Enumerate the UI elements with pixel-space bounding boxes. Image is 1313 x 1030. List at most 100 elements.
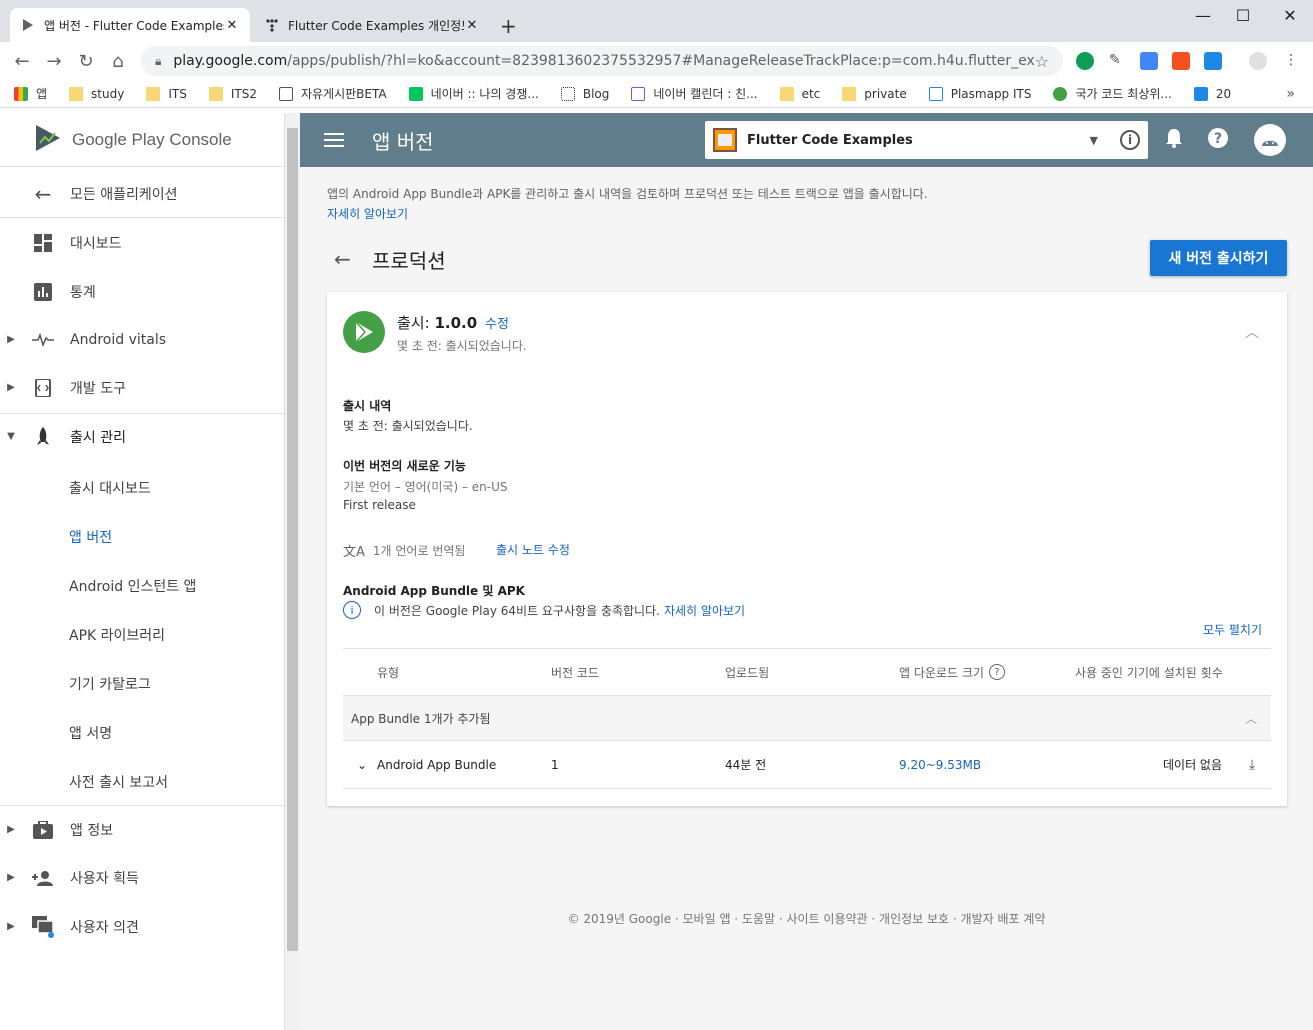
bundles-heading: Android App Bundle 및 APK bbox=[343, 584, 525, 598]
release-version: 1.0.0 bbox=[434, 314, 478, 332]
bundle-group-row[interactable]: App Bundle 1개가 추가됨 ︿ bbox=[343, 696, 1271, 741]
bookmark-item[interactable]: private bbox=[842, 86, 907, 101]
expand-arrow-icon[interactable]: ▶ bbox=[0, 824, 22, 835]
sidebar-subitem-release-dashboard[interactable]: 출시 대시보드 bbox=[69, 463, 151, 512]
close-tab-icon[interactable]: ✕ bbox=[224, 18, 240, 33]
bookmark-item[interactable]: 국가 코드 최상위... bbox=[1053, 85, 1172, 102]
sidebar-item-label: 개발 도구 bbox=[70, 380, 126, 397]
address-bar[interactable]: 🔒︎ play.google.com/apps/publish/?hl=ko&a… bbox=[141, 46, 1063, 76]
bookmark-item[interactable]: study bbox=[69, 86, 124, 101]
bookmark-item[interactable]: 네이버 :: 나의 경쟁... bbox=[408, 85, 539, 102]
collapse-chevron-icon[interactable]: ︿ bbox=[1245, 322, 1259, 342]
bookmark-item[interactable]: 앱 bbox=[14, 85, 47, 102]
sidebar-item-all-apps[interactable]: ← 모든 애플리케이션 bbox=[0, 169, 284, 218]
app-selector[interactable]: Flutter Code Examples ▼ i bbox=[705, 121, 1148, 159]
browser-tab-inactive[interactable]: Flutter Code Examples 개인정보 ✕ bbox=[254, 8, 490, 42]
create-release-button[interactable]: 새 버전 출시하기 bbox=[1150, 240, 1287, 276]
learn-more-link[interactable]: 자세히 알아보기 bbox=[327, 205, 408, 222]
translate-icon[interactable] bbox=[1140, 52, 1158, 70]
extension-green-icon[interactable] bbox=[1076, 52, 1094, 70]
close-tab-icon[interactable]: ✕ bbox=[464, 18, 480, 33]
bookmark-item[interactable]: ITS2 bbox=[208, 86, 257, 101]
back-arrow-icon[interactable]: ← bbox=[334, 247, 351, 271]
sidebar-subitem-device-catalog[interactable]: 기기 카탈로그 bbox=[69, 659, 151, 708]
sidebar-subitem-pre-launch-report[interactable]: 사전 출시 보고서 bbox=[69, 757, 168, 806]
sidebar-scrollbar-thumb[interactable] bbox=[287, 128, 298, 951]
expand-arrow-icon[interactable]: ▶ bbox=[0, 872, 22, 883]
brand-name: Google Play Console bbox=[72, 129, 232, 149]
table-row[interactable]: ⌄ Android App Bundle 1 44분 전 9.20~9.53MB… bbox=[343, 741, 1271, 789]
play-console-logo[interactable]: Google Play Console bbox=[0, 113, 284, 167]
new-tab-icon[interactable]: + bbox=[500, 14, 517, 38]
extension-orange-icon[interactable] bbox=[1172, 52, 1190, 70]
sidebar-item-dashboard[interactable]: 대시보드 bbox=[0, 218, 284, 267]
edit-release-link[interactable]: 수정 bbox=[485, 313, 509, 332]
sidebar-item-android-vitals[interactable]: ▶ Android vitals bbox=[0, 315, 284, 364]
bookmark-item[interactable]: etc bbox=[779, 86, 820, 101]
column-header: 사용 중인 기기에 설치된 횟수 bbox=[1075, 665, 1223, 680]
download-icon[interactable]: ⤓ bbox=[1249, 741, 1255, 788]
maximize-icon[interactable]: ☐ bbox=[1220, 6, 1266, 25]
sidebar-item-label: 사용자 획득 bbox=[70, 870, 139, 887]
collapse-chevron-icon[interactable]: ︿ bbox=[1245, 696, 1257, 740]
expand-arrow-icon[interactable]: ▶ bbox=[0, 921, 22, 932]
reload-icon[interactable]: ↻ bbox=[70, 51, 102, 72]
dropdown-arrow-icon[interactable]: ▼ bbox=[1090, 134, 1098, 147]
sidebar-item-label: Android vitals bbox=[70, 331, 167, 348]
sidebar-item-dev-tools[interactable]: ▶ 개발 도구 bbox=[0, 363, 284, 412]
help-circle-icon[interactable]: ? bbox=[988, 664, 1005, 680]
forward-icon[interactable]: → bbox=[38, 51, 70, 72]
cell-download-size[interactable]: 9.20~9.53MB bbox=[899, 741, 981, 788]
sidebar-subitem-instant-apps[interactable]: Android 인스턴트 앱 bbox=[69, 561, 196, 610]
tab-title: 앱 버전 - Flutter Code Examples bbox=[44, 18, 224, 33]
cell-uploaded: 44분 전 bbox=[725, 758, 767, 772]
info-icon[interactable]: i bbox=[1120, 130, 1140, 150]
browser-tab-bar: 앱 버전 - Flutter Code Examples ✕ Flutter C… bbox=[0, 0, 1313, 42]
bookmark-item[interactable]: 네이버 캘린더 : 친... bbox=[631, 85, 758, 102]
edit-release-notes-link[interactable]: 출시 노트 수정 bbox=[496, 541, 570, 558]
sidebar-item-user-feedback[interactable]: ▶ 사용자 의견 bbox=[0, 902, 284, 951]
close-window-icon[interactable]: ✕ bbox=[1267, 6, 1313, 25]
dashboard-icon bbox=[30, 233, 56, 253]
lock-icon: 🔒︎ bbox=[155, 53, 162, 68]
sidebar-subitem-app-releases[interactable]: 앱 버전 bbox=[69, 512, 112, 561]
bit-learn-more-link[interactable]: 자세히 알아보기 bbox=[664, 602, 745, 619]
naver-icon bbox=[408, 86, 423, 101]
bookmarks-bar: 앱 study ITS ITS2 자유게시판BETA 네이버 :: 나의 경쟁.… bbox=[0, 80, 1313, 108]
bookmark-item[interactable]: 자유게시판BETA bbox=[278, 85, 387, 102]
expand-arrow-icon[interactable]: ▶ bbox=[0, 382, 22, 393]
help-icon[interactable]: ? bbox=[1207, 127, 1229, 154]
sidebar-item-statistics[interactable]: 통계 bbox=[0, 267, 284, 316]
bookmark-item[interactable]: Plasmapp ITS bbox=[928, 86, 1031, 101]
sidebar-subitem-apk-library[interactable]: APK 라이브러리 bbox=[69, 610, 165, 659]
sidebar-item-user-acquisition[interactable]: ▶ 사용자 획득 bbox=[0, 853, 284, 902]
bookmark-item[interactable]: ITS bbox=[146, 86, 187, 101]
whats-new-text: First release bbox=[343, 498, 416, 512]
expand-arrow-icon[interactable]: ▶ bbox=[0, 334, 22, 345]
profile-icon[interactable] bbox=[1249, 52, 1267, 70]
sidebar-subitem-app-signing[interactable]: 앱 서명 bbox=[69, 708, 112, 757]
expand-all-link[interactable]: 모두 펼치기 bbox=[1203, 621, 1262, 638]
more-bookmarks-icon[interactable]: » bbox=[1286, 86, 1295, 102]
extension-blue-icon[interactable] bbox=[1204, 52, 1222, 70]
bookmark-item[interactable]: Blog bbox=[560, 86, 609, 101]
browser-tab-active[interactable]: 앱 버전 - Flutter Code Examples ✕ bbox=[10, 8, 250, 42]
history-heading: 출시 내역 bbox=[343, 399, 392, 413]
chrome-menu-icon[interactable]: ⋮ bbox=[1282, 52, 1300, 70]
globe-icon bbox=[1053, 86, 1068, 101]
notifications-bell-icon[interactable] bbox=[1165, 128, 1183, 153]
hamburger-menu-icon[interactable] bbox=[324, 129, 344, 151]
sidebar-item-store-presence[interactable]: ▶ 앱 정보 bbox=[0, 805, 284, 854]
whats-new-language: 기본 언어 – 영어(미국) – en-US bbox=[343, 480, 508, 494]
expand-row-chevron-icon[interactable]: ⌄ bbox=[357, 741, 367, 788]
sidebar-item-release-management[interactable]: ▼ 출시 관리 bbox=[0, 412, 284, 461]
bookmark-star-icon[interactable]: ☆ bbox=[1035, 52, 1049, 71]
bookmark-item[interactable]: 20 bbox=[1193, 86, 1231, 101]
home-icon[interactable]: ⌂ bbox=[102, 51, 134, 72]
back-icon[interactable]: ← bbox=[6, 51, 38, 72]
translate-icon: 文A bbox=[343, 545, 365, 560]
cell-version-code: 1 bbox=[551, 757, 559, 772]
collapse-arrow-icon[interactable]: ▼ bbox=[0, 431, 22, 442]
eyedropper-icon[interactable]: ✎ bbox=[1109, 52, 1127, 70]
account-avatar[interactable] bbox=[1254, 124, 1286, 156]
